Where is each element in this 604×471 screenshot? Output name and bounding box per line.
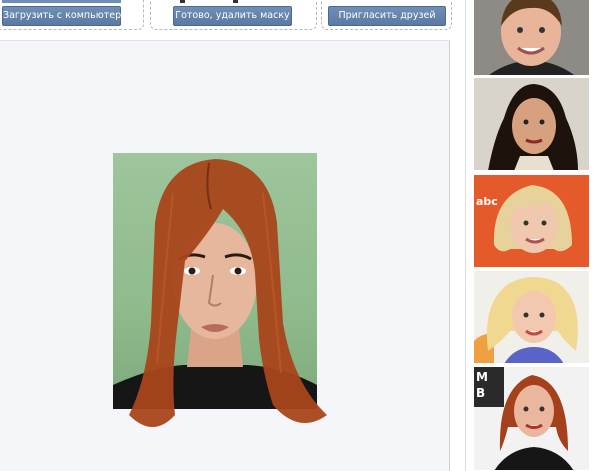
mask-handle-right (233, 0, 238, 3)
celebrity-photo-4 (474, 271, 589, 363)
celebrity-photo-2 (474, 78, 589, 170)
celebrity-photo-5: M B (474, 367, 589, 470)
svg-text:abc: abc (476, 195, 498, 208)
celebrity-photo-1 (474, 0, 589, 75)
editor-canvas[interactable] (0, 40, 450, 471)
gallery-divider (465, 0, 466, 471)
mask-handle-left (180, 0, 185, 3)
thumbnail-boy[interactable] (474, 0, 589, 76)
photo-illustration (113, 159, 327, 427)
user-photo[interactable] (113, 153, 327, 427)
svg-text:B: B (476, 386, 485, 400)
thumbnail-blonde-bob[interactable]: abc (474, 175, 589, 268)
done-remove-mask-button[interactable]: Готово, удалить маску (173, 6, 292, 26)
upload-button-shadow (2, 0, 121, 3)
toolbar: Загрузить с компьютера Готово, удалить м… (0, 0, 452, 34)
thumbnail-dark-curly[interactable] (474, 78, 589, 171)
invite-friends-button[interactable]: Пригласить друзей (328, 6, 446, 26)
svg-text:M: M (476, 370, 488, 384)
thumbnail-red-hair[interactable]: M B (474, 367, 589, 471)
thumbnail-blonde-curly[interactable] (474, 271, 589, 364)
upload-from-computer-button[interactable]: Загрузить с компьютера (2, 6, 127, 26)
celebrity-photo-3: abc (474, 175, 589, 267)
